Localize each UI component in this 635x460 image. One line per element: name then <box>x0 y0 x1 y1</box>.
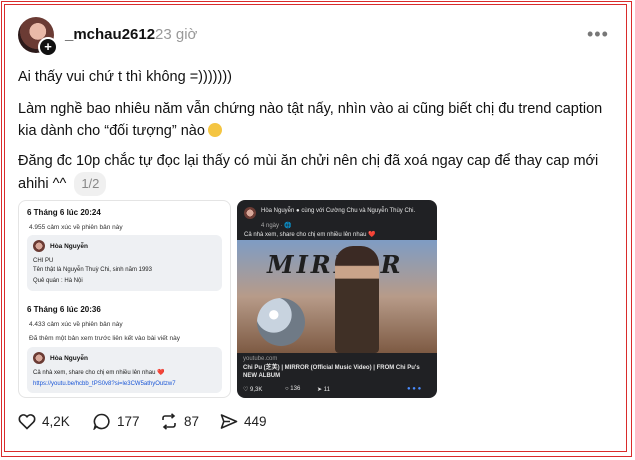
author-name-1: Hòa Nguyễn <box>50 243 88 250</box>
like-button[interactable]: 4,2K <box>18 413 70 430</box>
post-text-line-2: Làm nghề bao nhiêu năm vẫn chứng nào tật… <box>18 98 618 142</box>
post-time: 23 giờ <box>155 26 198 43</box>
username[interactable]: _mchau2612 <box>65 26 155 43</box>
avatar <box>33 352 45 364</box>
youtube-link[interactable]: https://youtu.be/hcbb_tPS0v8?si=le3CW5at… <box>33 381 176 387</box>
repost-button[interactable]: 87 <box>160 413 199 430</box>
text-line: Quê quán : Hà Nội <box>33 278 83 284</box>
post-preview-2: Hòa Nguyễn Cả nhà xem, share cho chị em … <box>27 347 222 393</box>
fb-caption: Cả nhà xem, share cho chị em nhiều lên n… <box>244 232 376 238</box>
comment-button[interactable]: 177 <box>93 413 140 430</box>
fb-share-count: ➤ 11 <box>317 387 330 393</box>
text-line: Tên thật là Nguyễn Thuỳ Chi, sinh năm 19… <box>33 267 152 273</box>
paragraph-1: Ai thấy vui chứ t thì không =))))))) <box>18 69 232 85</box>
repost-icon <box>162 413 176 430</box>
post-text-line-3: Đăng đc 10p chắc tự đọc lại thấy có mùi … <box>18 150 618 196</box>
added-preview-note: Đã thêm một bản xem trước liên kết vào b… <box>29 335 180 342</box>
reaction-count-2: 4.433 cảm xúc về phiên bản này <box>29 321 123 328</box>
reaction-icons: ● ● ● <box>407 386 422 392</box>
video-thumbnail[interactable]: MIRROR <box>237 240 437 353</box>
like-count: 9,3K <box>250 387 263 393</box>
text-line: CHI PU <box>33 258 54 264</box>
fb-like-count: ♡ 9,3K <box>243 387 263 393</box>
fb-date: 4 ngày · 🌐 <box>261 223 292 229</box>
paragraph-2: Làm nghề bao nhiêu năm vẫn chứng nào tật… <box>18 101 603 139</box>
share-count: 11 <box>323 387 330 393</box>
comment-count: 177 <box>117 414 140 429</box>
avatar <box>244 207 256 219</box>
author-name-2: Hòa Nguyễn <box>50 355 88 362</box>
post-preview-1: Hòa Nguyễn CHI PU Tên thật là Nguyễn Thu… <box>27 235 222 291</box>
screenshot-image-2[interactable]: Hòa Nguyễn ● cùng với Cường Chu và Nguyễ… <box>237 200 437 398</box>
fb-comment-count: ○ 136 <box>285 386 301 392</box>
share-button[interactable]: 449 <box>220 413 267 430</box>
screenshot-image-1[interactable]: 6 Tháng 6 lúc 20:24 4.955 cảm xúc về phi… <box>18 200 231 398</box>
more-options-icon[interactable]: ••• <box>587 24 609 45</box>
edit-date-2: 6 Tháng 6 lúc 20:36 <box>27 305 101 314</box>
avatar <box>33 240 45 252</box>
singer-figure <box>335 246 379 353</box>
comment-count: 136 <box>290 386 301 392</box>
edit-date-1: 6 Tháng 6 lúc 20:24 <box>27 208 101 217</box>
share-count: 449 <box>244 414 267 429</box>
image-pager: 1/2 <box>74 172 107 196</box>
video-source: youtube.com <box>243 356 278 362</box>
post-text-line-1: Ai thấy vui chứ t thì không =))))))) <box>18 66 618 88</box>
reaction-count-1: 4.955 cảm xúc về phiên bản này <box>29 224 123 231</box>
video-title[interactable]: Chi Pu (芝芙) | MIRROR (Official Music Vid… <box>243 364 433 380</box>
pensive-emoji-icon <box>207 123 222 137</box>
follow-plus-icon[interactable]: + <box>38 37 58 57</box>
text-line: Cả nhà xem, share cho chị em nhiều lên n… <box>33 370 165 376</box>
fb-header: Hòa Nguyễn ● cùng với Cường Chu và Nguyễ… <box>261 208 416 214</box>
heart-icon <box>18 414 36 430</box>
chrome-ball-graphic <box>257 298 305 346</box>
like-count: 4,2K <box>42 414 70 429</box>
repost-count: 87 <box>184 414 200 429</box>
comment-icon <box>93 413 110 430</box>
send-icon <box>220 414 238 429</box>
